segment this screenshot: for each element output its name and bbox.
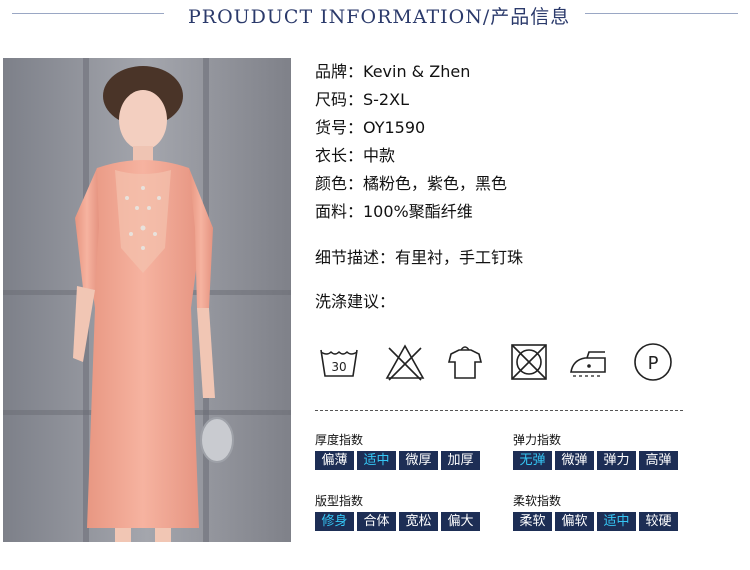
section-title: PROUDUCT INFORMATION/产品信息 [188, 6, 571, 28]
elasticity-option-none: 无弹 [513, 451, 552, 470]
product-info: 品牌：Kevin & Zhen 尺码：S-2XL 货号：OY1590 衣长：中款… [315, 60, 735, 314]
thickness-option-medium: 适中 [357, 451, 396, 470]
section-divider [315, 410, 683, 411]
elasticity-option-high: 高弹 [639, 451, 678, 470]
thickness-option-thin: 偏薄 [315, 451, 354, 470]
elasticity-index: 弹力指数 无弹 微弹 弹力 高弹 [513, 432, 678, 470]
softness-option-stiff: 较硬 [639, 512, 678, 531]
elasticity-option-slight: 微弹 [555, 451, 594, 470]
thickness-index-label: 厚度指数 [315, 433, 364, 447]
fit-option-regular: 合体 [357, 512, 396, 531]
elasticity-index-label: 弹力指数 [513, 433, 562, 447]
svg-text:P: P [648, 353, 659, 374]
fit-index-label: 版型指数 [315, 494, 364, 508]
info-length: 衣长：中款 [315, 146, 396, 165]
softness-option-medium: 适中 [597, 512, 636, 531]
info-item-number: 货号：OY1590 [315, 118, 426, 137]
info-size: 尺码：S-2XL [315, 90, 409, 109]
header-divider-right [585, 13, 738, 14]
info-brand: 品牌：Kevin & Zhen [315, 62, 471, 81]
info-colors: 颜色：橘粉色，紫色，黑色 [315, 174, 508, 193]
iron-low-icon [567, 340, 611, 384]
dry-clean-p-icon: P [631, 340, 675, 384]
elasticity-option-stretch: 弹力 [597, 451, 636, 470]
softness-option-slightly-soft: 偏软 [555, 512, 594, 531]
fit-index: 版型指数 修身 合体 宽松 偏大 [315, 493, 480, 531]
wash-30-icon: 30 [317, 340, 361, 384]
header-divider-left [12, 13, 164, 14]
section-header: PROUDUCT INFORMATION/产品信息 [0, 0, 750, 30]
thickness-option-slightly-thick: 微厚 [399, 451, 438, 470]
hang-dry-icon [443, 340, 487, 384]
fit-option-large: 偏大 [441, 512, 480, 531]
product-photo [3, 58, 291, 542]
softness-index-label: 柔软指数 [513, 494, 562, 508]
fit-option-slim: 修身 [315, 512, 354, 531]
thickness-index: 厚度指数 偏薄 适中 微厚 加厚 [315, 432, 480, 470]
care-icons: 30 P [315, 340, 685, 386]
no-bleach-icon [383, 340, 427, 384]
fit-option-loose: 宽松 [399, 512, 438, 531]
no-tumble-dry-icon [507, 340, 551, 384]
wash-title: 洗涤建议： [315, 292, 396, 311]
softness-index: 柔软指数 柔软 偏软 适中 较硬 [513, 493, 678, 531]
svg-text:30: 30 [331, 360, 346, 374]
softness-option-soft: 柔软 [513, 512, 552, 531]
info-fabric: 面料：100%聚酯纤维 [315, 202, 473, 221]
thickness-option-thick: 加厚 [441, 451, 480, 470]
info-detail: 细节描述：有里衬，手工钉珠 [315, 248, 524, 267]
